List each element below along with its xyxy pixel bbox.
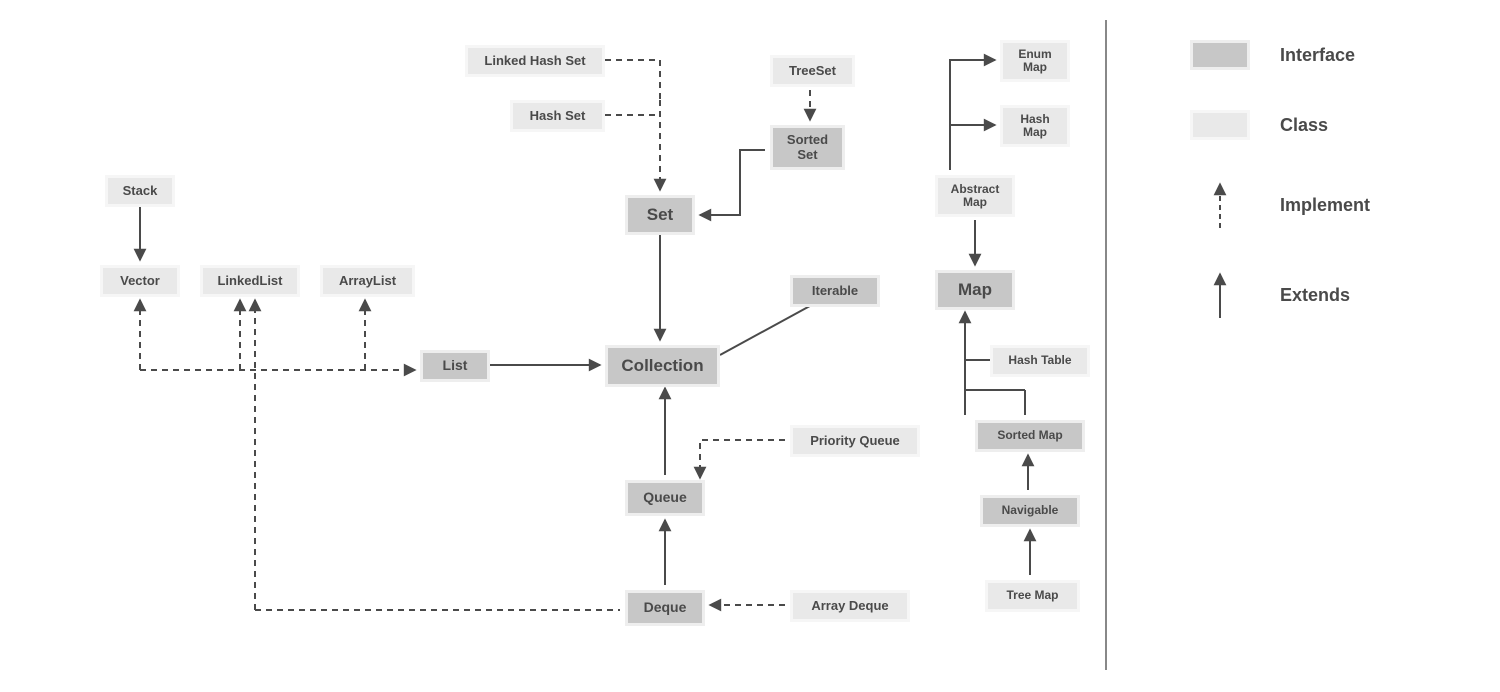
legend: Interface Class Implement Extends xyxy=(1190,40,1480,360)
node-enummap: Enum Map xyxy=(1000,40,1070,82)
legend-extends-row: Extends xyxy=(1190,270,1480,320)
node-linkedhashset-label: Linked Hash Set xyxy=(484,54,585,68)
node-hashset: Hash Set xyxy=(510,100,605,132)
node-arraylist-label: ArrayList xyxy=(339,274,396,288)
node-deque-label: Deque xyxy=(644,600,687,615)
legend-implement-label: Implement xyxy=(1280,195,1370,216)
node-stack-label: Stack xyxy=(123,184,158,198)
edge xyxy=(700,150,765,215)
node-deque: Deque xyxy=(625,590,705,626)
node-linkedlist: LinkedList xyxy=(200,265,300,297)
legend-class-swatch xyxy=(1190,110,1250,140)
node-list-label: List xyxy=(443,358,468,373)
node-enummap-label: Enum Map xyxy=(1018,48,1051,74)
node-map-label: Map xyxy=(958,281,992,300)
node-hashmap-label: Hash Map xyxy=(1020,113,1049,139)
node-hashmap: Hash Map xyxy=(1000,105,1070,147)
node-iterable: Iterable xyxy=(790,275,880,307)
node-arraylist: ArrayList xyxy=(320,265,415,297)
node-hashset-label: Hash Set xyxy=(530,109,586,123)
vertical-divider xyxy=(1105,20,1107,670)
node-abstractmap: Abstract Map xyxy=(935,175,1015,217)
node-hashtable: Hash Table xyxy=(990,345,1090,377)
node-treeset: TreeSet xyxy=(770,55,855,87)
legend-implement-arrow-icon xyxy=(1190,180,1250,230)
node-stack: Stack xyxy=(105,175,175,207)
node-linkedlist-label: LinkedList xyxy=(217,274,282,288)
node-linkedhashset: Linked Hash Set xyxy=(465,45,605,77)
node-set-label: Set xyxy=(647,206,673,225)
edge xyxy=(950,60,995,170)
edge xyxy=(700,440,785,478)
node-navigable: Navigable xyxy=(980,495,1080,527)
node-queue-label: Queue xyxy=(643,490,687,505)
node-arraydeque-label: Array Deque xyxy=(811,599,888,613)
legend-class-label: Class xyxy=(1280,115,1328,136)
legend-interface-label: Interface xyxy=(1280,45,1355,66)
node-vector: Vector xyxy=(100,265,180,297)
node-navigable-label: Navigable xyxy=(1002,504,1059,517)
legend-extends-arrow-icon xyxy=(1190,270,1250,320)
legend-implement-row: Implement xyxy=(1190,180,1480,230)
legend-interface-row: Interface xyxy=(1190,40,1480,70)
node-collection: Collection xyxy=(605,345,720,387)
node-treemap-label: Tree Map xyxy=(1006,589,1058,602)
node-sortedset: Sorted Set xyxy=(770,125,845,170)
node-sortedmap-label: Sorted Map xyxy=(997,429,1062,442)
legend-class-row: Class xyxy=(1190,110,1480,140)
node-vector-label: Vector xyxy=(120,274,160,288)
legend-interface-swatch xyxy=(1190,40,1250,70)
node-hashtable-label: Hash Table xyxy=(1008,354,1071,367)
node-list: List xyxy=(420,350,490,382)
node-sortedmap: Sorted Map xyxy=(975,420,1085,452)
node-arraydeque: Array Deque xyxy=(790,590,910,622)
node-iterable-label: Iterable xyxy=(812,284,858,298)
node-collection-label: Collection xyxy=(621,357,703,376)
node-abstractmap-label: Abstract Map xyxy=(951,183,1000,209)
node-queue: Queue xyxy=(625,480,705,516)
diagram-stage: Stack Vector LinkedList ArrayList List Linked… xyxy=(0,0,1500,692)
node-set: Set xyxy=(625,195,695,235)
legend-extends-label: Extends xyxy=(1280,285,1350,306)
node-treeset-label: TreeSet xyxy=(789,64,836,78)
node-treemap: Tree Map xyxy=(985,580,1080,612)
node-priorityqueue: Priority Queue xyxy=(790,425,920,457)
node-priorityqueue-label: Priority Queue xyxy=(810,434,900,448)
node-sortedset-label: Sorted Set xyxy=(787,133,828,162)
node-map: Map xyxy=(935,270,1015,310)
